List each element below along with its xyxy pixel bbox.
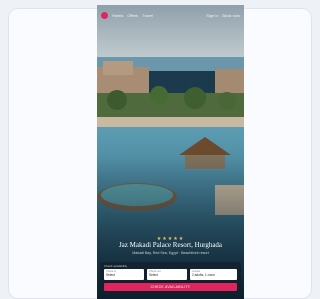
- hotel-subtitle: Makadi Bay, Red Sea, Egypt · Beachfront …: [132, 251, 209, 255]
- checkout-field[interactable]: Check-out Select: [147, 269, 187, 280]
- guests-field[interactable]: Guests 2 adults, 1 room: [190, 269, 237, 280]
- checkin-value: Select: [106, 273, 115, 277]
- checkout-value: Select: [149, 273, 158, 277]
- guests-value: 2 adults, 1 room: [192, 273, 215, 277]
- nav-link-hotels[interactable]: Hotels: [112, 13, 123, 18]
- nav-link-offers[interactable]: Offers: [127, 13, 138, 18]
- nav-link-sign-in[interactable]: Sign in: [206, 13, 218, 18]
- booking-heading: Check availability: [104, 264, 128, 268]
- check-availability-button[interactable]: CHECK AVAILABILITY: [104, 283, 237, 291]
- top-nav: Hotels Offers Travel Sign in Book now: [97, 5, 244, 25]
- booking-bar: Check availability Check-in Select Check…: [100, 262, 241, 293]
- mobile-preview: Hotels Offers Travel Sign in Book now ★★…: [97, 5, 244, 299]
- nav-link-travel[interactable]: Travel: [142, 13, 153, 18]
- nav-link-book-now[interactable]: Book now: [222, 13, 240, 18]
- checkin-field[interactable]: Check-in Select: [104, 269, 144, 280]
- brand-logo-icon[interactable]: [101, 11, 108, 19]
- hotel-title: Jaz Makadi Palace Resort, Hurghada: [118, 241, 223, 249]
